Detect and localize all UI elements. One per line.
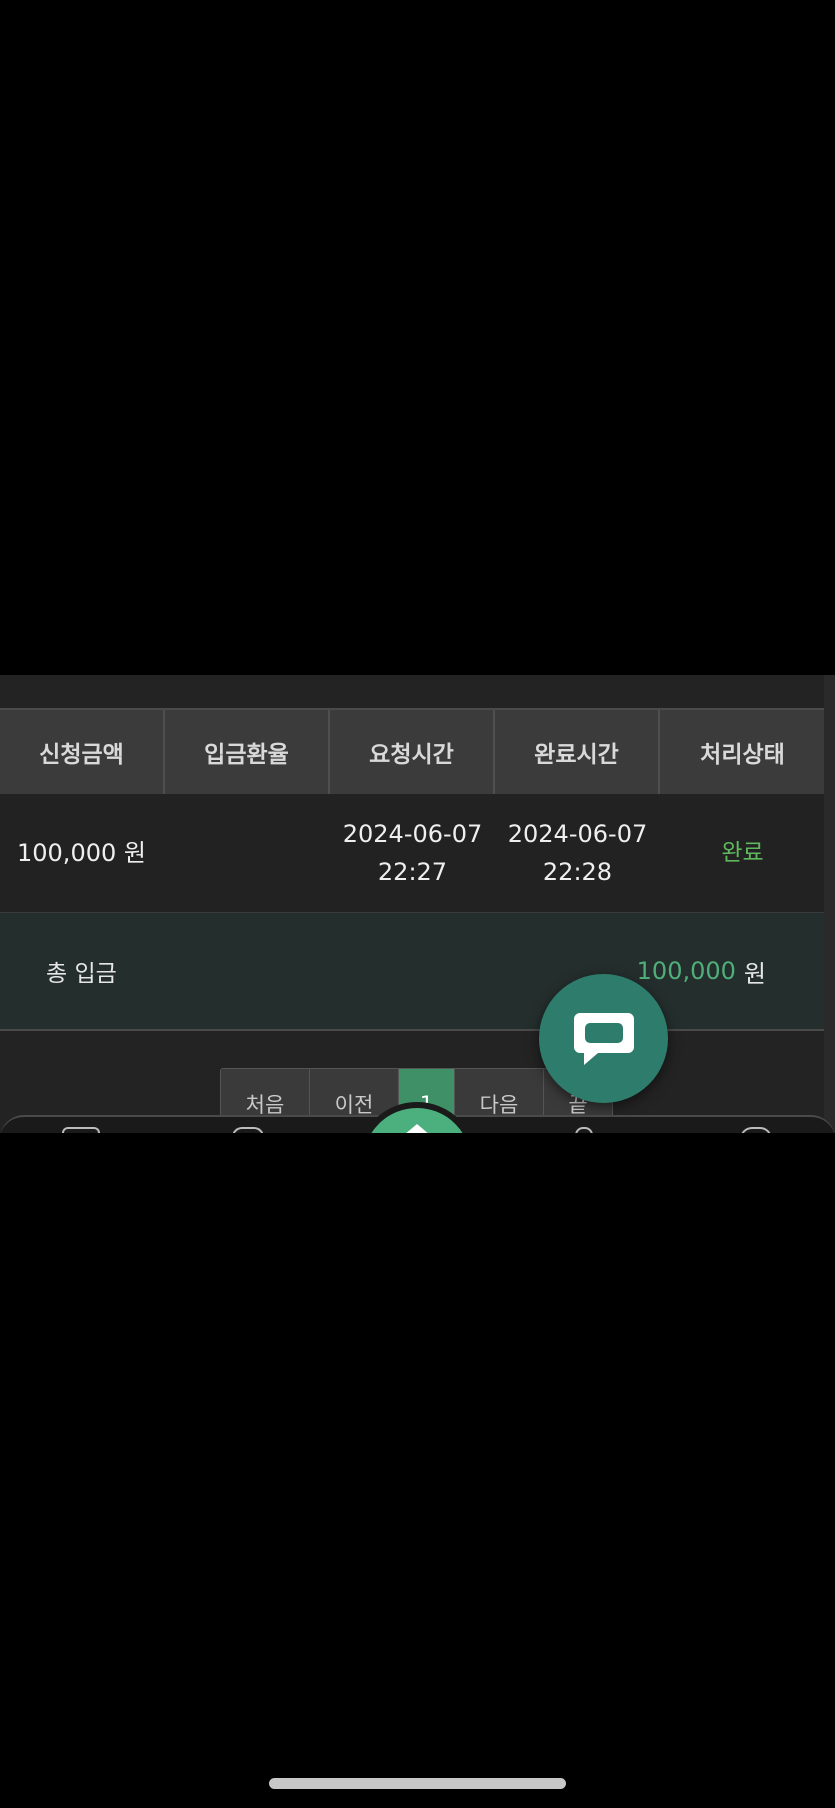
table-header: 신청금액 입금환율 요청시간 완료시간 처리상태 [0, 708, 824, 796]
row-amount: 100,000 원 [17, 839, 146, 867]
row-complete-time: 2024-06-07 22:28 [495, 794, 660, 912]
header-deposit-rate: 입금환율 [165, 710, 330, 794]
scrollbar[interactable] [824, 675, 835, 1133]
row-rate [165, 794, 330, 912]
total-deposit-value: 100,000 [636, 957, 736, 985]
total-deposit-label: 총 입금 [46, 961, 117, 987]
table-row: 100,000 원 2024-06-07 22:27 2024-06-07 22… [0, 794, 824, 914]
nav-user-icon[interactable] [575, 1127, 593, 1133]
total-deposit-unit: 원 [743, 959, 766, 988]
row-status: 완료 [660, 794, 825, 912]
chat-button[interactable] [539, 974, 668, 1103]
total-deposit-row: 총 입금 100,000 원 [0, 913, 824, 1031]
header-status: 처리상태 [700, 742, 785, 768]
nav-menu-icon[interactable] [62, 1127, 100, 1133]
nav-game-icon[interactable] [232, 1127, 264, 1133]
status-badge: 완료 [721, 840, 764, 866]
home-arrow-icon [391, 1124, 443, 1133]
deposit-history-panel: 신청금액 입금환율 요청시간 완료시간 처리상태 100,000 원 2024-… [0, 675, 835, 1133]
nav-support-icon[interactable] [740, 1127, 772, 1133]
row-request-time: 2024-06-07 22:27 [330, 794, 495, 912]
header-request-time: 요청시간 [330, 710, 495, 794]
row-complete-time-text: 22:28 [542, 858, 613, 886]
row-request-time-text: 22:27 [377, 858, 448, 886]
header-request-amount: 신청금액 [0, 710, 165, 794]
header-complete-time: 완료시간 [495, 710, 660, 794]
chat-bubble-icon [573, 1012, 634, 1065]
home-indicator[interactable] [269, 1778, 566, 1789]
row-request-date-text: 2024-06-07 [342, 820, 483, 848]
row-complete-date-text: 2024-06-07 [507, 820, 648, 848]
